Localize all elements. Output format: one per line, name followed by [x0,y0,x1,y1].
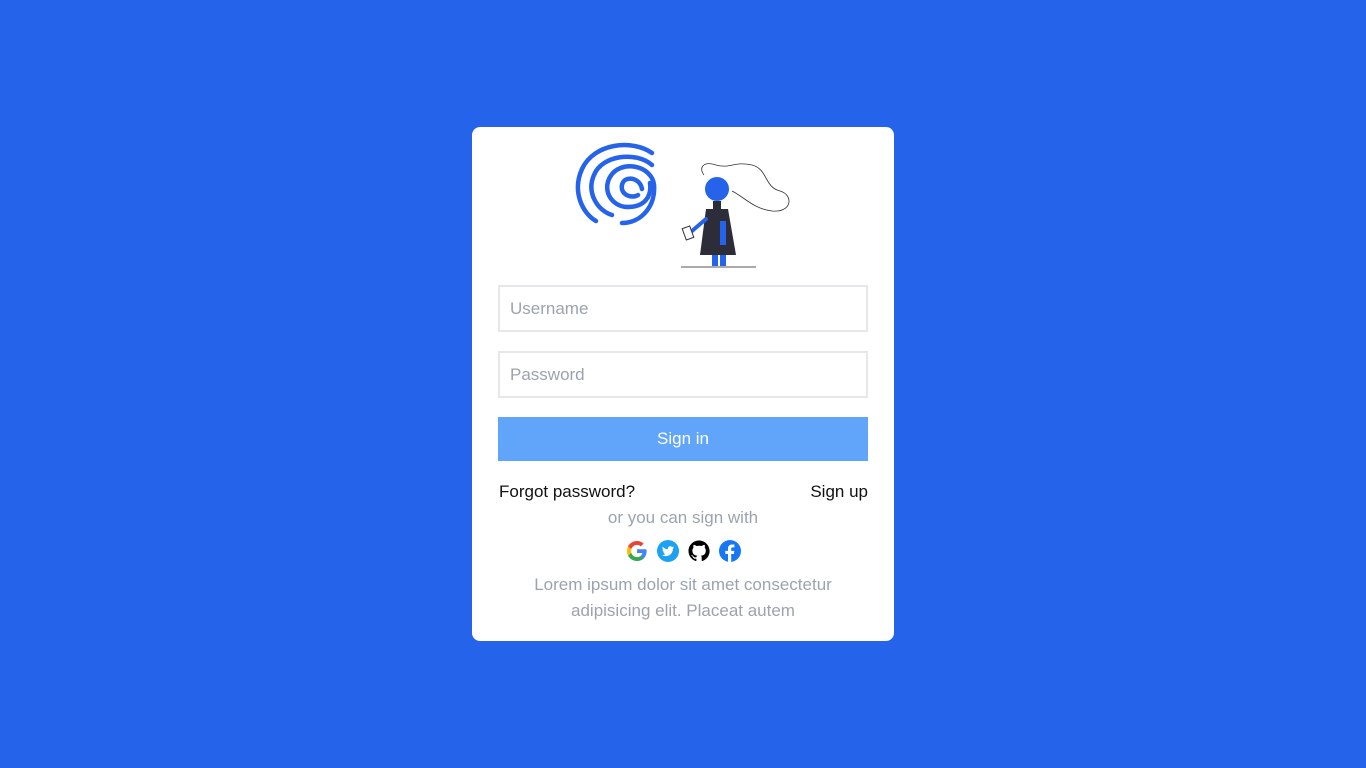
username-input[interactable] [498,285,868,332]
person-illustration [681,163,790,268]
forgot-password-link[interactable]: Forgot password? [499,482,635,502]
twitter-icon[interactable] [656,539,680,563]
fingerprint-illustration [575,142,790,268]
google-icon[interactable] [625,539,649,563]
auth-links: Forgot password? Sign up [498,482,868,504]
sign-up-link[interactable]: Sign up [810,482,868,502]
github-icon[interactable] [687,539,711,563]
sign-in-button[interactable]: Sign in [498,417,868,461]
alternative-signin-text: or you can sign with [607,508,759,527]
social-login-buttons [472,539,894,563]
footer-description: Lorem ipsum dolor sit amet consectetur a… [534,575,832,620]
facebook-icon[interactable] [718,539,742,563]
password-input[interactable] [498,351,868,398]
fingerprint-icon [575,142,657,226]
login-card: Sign in Forgot password? Sign up or you … [472,127,894,641]
